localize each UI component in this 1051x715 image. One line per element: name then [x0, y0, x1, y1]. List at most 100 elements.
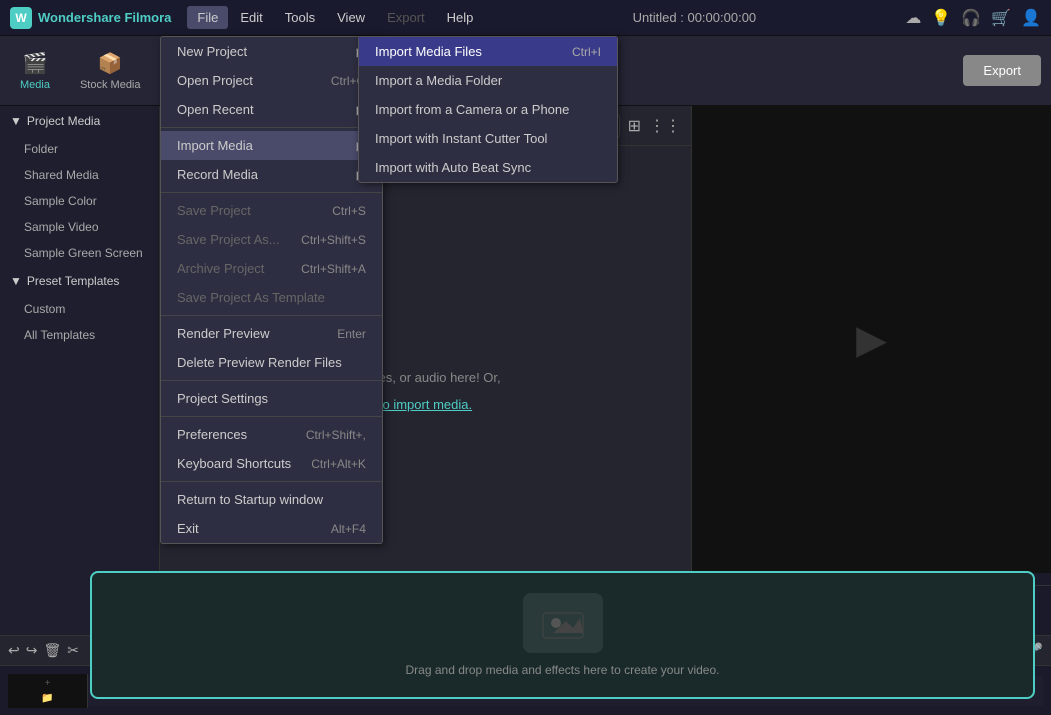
- render-preview-label: Render Preview: [177, 326, 270, 341]
- menu-bar: File Edit Tools View Export Help: [187, 6, 483, 29]
- cart-icon[interactable]: 🛒: [991, 8, 1011, 28]
- submenu-import-files[interactable]: Import Media Files Ctrl+I: [359, 37, 617, 66]
- file-dropdown: New Project ▶ Open Project Ctrl+O Open R…: [160, 36, 383, 544]
- titlebar: W Wondershare Filmora File Edit Tools Vi…: [0, 0, 1051, 36]
- sidebar-item-sample-video[interactable]: Sample Video: [0, 214, 159, 240]
- timeline-drop-area: Drag and drop media and effects here to …: [0, 555, 1051, 715]
- menu-return-startup[interactable]: Return to Startup window: [161, 485, 382, 514]
- save-project-as-shortcut: Ctrl+Shift+S: [301, 233, 366, 247]
- menu-render-preview[interactable]: Render Preview Enter: [161, 319, 382, 348]
- app-logo: W Wondershare Filmora: [10, 7, 171, 29]
- save-as-template-label: Save Project As Template: [177, 290, 325, 305]
- headphones-icon[interactable]: 🎧: [961, 8, 981, 28]
- menu-new-project[interactable]: New Project ▶: [161, 37, 382, 66]
- project-media-label: Project Media: [27, 114, 100, 128]
- submenu-import-folder[interactable]: Import a Media Folder: [359, 66, 617, 95]
- menu-keyboard-shortcuts[interactable]: Keyboard Shortcuts Ctrl+Alt+K: [161, 449, 382, 478]
- menu-edit[interactable]: Edit: [230, 6, 272, 29]
- import-submenu: Import Media Files Ctrl+I Import a Media…: [358, 36, 618, 183]
- archive-project-label: Archive Project: [177, 261, 264, 276]
- cloud-icon[interactable]: ☁: [905, 8, 921, 28]
- menu-delete-preview[interactable]: Delete Preview Render Files: [161, 348, 382, 377]
- separator-4: [161, 380, 382, 381]
- preset-templates-label: Preset Templates: [27, 274, 120, 288]
- sidebar-section-project-media[interactable]: ▼ Project Media: [0, 106, 159, 136]
- preferences-label: Preferences: [177, 427, 247, 442]
- sidebar-item-custom[interactable]: Custom: [0, 296, 159, 322]
- drop-zone[interactable]: Drag and drop media and effects here to …: [90, 571, 1035, 699]
- media-icon: 🎬: [23, 51, 48, 76]
- sidebar-item-all-templates[interactable]: All Templates: [0, 322, 159, 348]
- new-project-label: New Project: [177, 44, 247, 59]
- preview-video: ▶: [692, 106, 1051, 573]
- project-settings-label: Project Settings: [177, 391, 268, 406]
- toolbar-stock-label: Stock Media: [80, 79, 141, 91]
- menu-archive-project: Archive Project Ctrl+Shift+A: [161, 254, 382, 283]
- separator-3: [161, 315, 382, 316]
- video-placeholder-icon: ▶: [856, 317, 887, 363]
- stock-media-icon: 📦: [98, 51, 123, 76]
- import-hint-link[interactable]: to import media.: [379, 397, 472, 412]
- separator-2: [161, 192, 382, 193]
- menu-preferences[interactable]: Preferences Ctrl+Shift+,: [161, 420, 382, 449]
- submenu-import-auto-beat[interactable]: Import with Auto Beat Sync: [359, 153, 617, 182]
- import-auto-beat-label: Import with Auto Beat Sync: [375, 160, 531, 175]
- drop-zone-icon: [523, 593, 603, 653]
- keyboard-shortcuts-shortcut: Ctrl+Alt+K: [311, 457, 366, 471]
- submenu-import-instant-cutter[interactable]: Import with Instant Cutter Tool: [359, 124, 617, 153]
- sidebar-item-sample-green-screen[interactable]: Sample Green Screen: [0, 240, 159, 266]
- separator-5: [161, 416, 382, 417]
- logo-icon: W: [10, 7, 32, 29]
- keyboard-shortcuts-label: Keyboard Shortcuts: [177, 456, 291, 471]
- app-name: Wondershare Filmora: [38, 10, 171, 25]
- separator-6: [161, 481, 382, 482]
- render-preview-shortcut: Enter: [337, 327, 366, 341]
- record-media-label: Record Media: [177, 167, 258, 182]
- open-project-label: Open Project: [177, 73, 253, 88]
- import-folder-label: Import a Media Folder: [375, 73, 502, 88]
- toolbar-stock-media[interactable]: 📦 Stock Media: [70, 45, 151, 97]
- chevron-down-icon-2: ▼: [10, 274, 22, 288]
- import-files-label: Import Media Files: [375, 44, 482, 59]
- sidebar-item-shared-media[interactable]: Shared Media: [0, 162, 159, 188]
- menu-save-as-template: Save Project As Template: [161, 283, 382, 312]
- menu-open-project[interactable]: Open Project Ctrl+O: [161, 66, 382, 95]
- save-project-label: Save Project: [177, 203, 251, 218]
- menu-save-project: Save Project Ctrl+S: [161, 196, 382, 225]
- sidebar-item-folder[interactable]: Folder: [0, 136, 159, 162]
- import-camera-label: Import from a Camera or a Phone: [375, 102, 569, 117]
- menu-save-project-as: Save Project As... Ctrl+Shift+S: [161, 225, 382, 254]
- toolbar-media[interactable]: 🎬 Media: [10, 45, 60, 97]
- archive-project-shortcut: Ctrl+Shift+A: [301, 262, 366, 276]
- avatar-icon[interactable]: 👤: [1021, 8, 1041, 28]
- sidebar-section-preset-templates[interactable]: ▼ Preset Templates: [0, 266, 159, 296]
- menu-record-media[interactable]: Record Media ▶: [161, 160, 382, 189]
- menu-exit[interactable]: Exit Alt+F4: [161, 514, 382, 543]
- menu-project-settings[interactable]: Project Settings: [161, 384, 382, 413]
- titlebar-actions: ☁ 💡 🎧 🛒 👤: [905, 8, 1041, 28]
- menu-view[interactable]: View: [327, 6, 375, 29]
- menu-help[interactable]: Help: [437, 6, 484, 29]
- menu-open-recent[interactable]: Open Recent ▶: [161, 95, 382, 124]
- sidebar-item-sample-color[interactable]: Sample Color: [0, 188, 159, 214]
- export-button[interactable]: Export: [963, 55, 1041, 86]
- delete-preview-label: Delete Preview Render Files: [177, 355, 342, 370]
- menu-file[interactable]: File: [187, 6, 228, 29]
- separator-1: [161, 127, 382, 128]
- import-files-shortcut: Ctrl+I: [572, 45, 601, 59]
- bulb-icon[interactable]: 💡: [931, 8, 951, 28]
- submenu-import-camera[interactable]: Import from a Camera or a Phone: [359, 95, 617, 124]
- save-project-shortcut: Ctrl+S: [332, 204, 366, 218]
- exit-shortcut: Alt+F4: [331, 522, 366, 536]
- menu-export[interactable]: Export: [377, 6, 435, 29]
- save-project-as-label: Save Project As...: [177, 232, 280, 247]
- grid-icon[interactable]: ⋮⋮: [649, 116, 681, 136]
- menu-tools[interactable]: Tools: [275, 6, 325, 29]
- return-startup-label: Return to Startup window: [177, 492, 323, 507]
- open-recent-label: Open Recent: [177, 102, 254, 117]
- chevron-down-icon: ▼: [10, 114, 22, 128]
- filter-icon[interactable]: ⊞: [628, 116, 641, 136]
- menu-import-media[interactable]: Import Media ▶: [161, 131, 382, 160]
- window-title: Untitled : 00:00:00:00: [491, 10, 897, 25]
- import-instant-cutter-label: Import with Instant Cutter Tool: [375, 131, 547, 146]
